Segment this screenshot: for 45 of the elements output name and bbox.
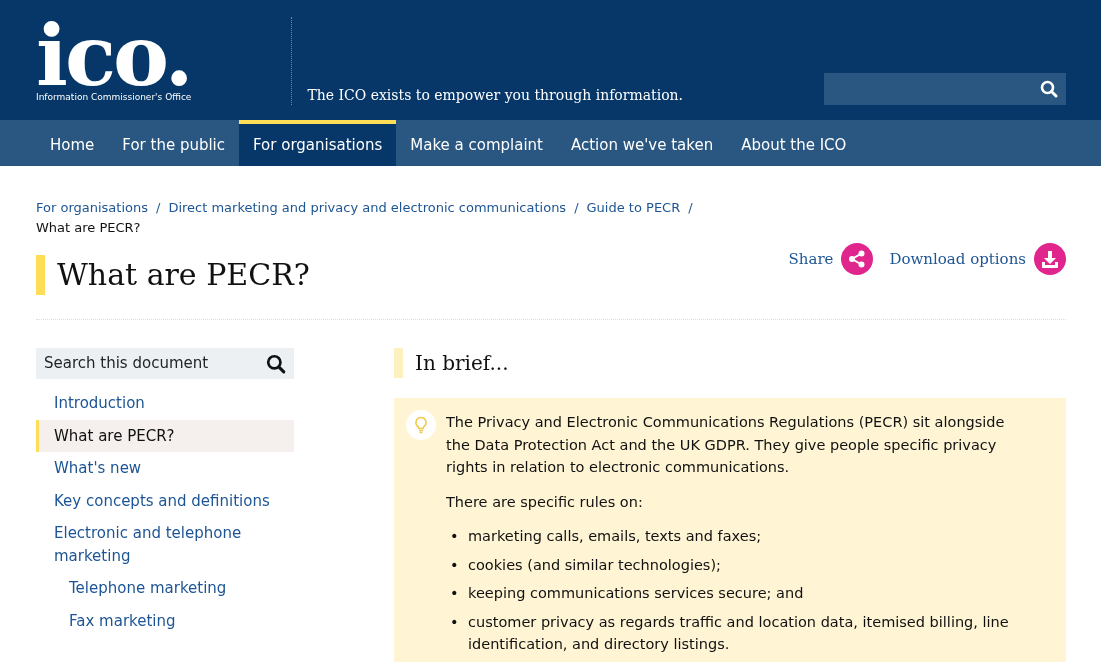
nav-tab[interactable]: About the ICO bbox=[727, 120, 861, 166]
section-title: In brief... bbox=[394, 348, 1066, 378]
share-link[interactable]: Share bbox=[788, 247, 834, 271]
search-placeholder: Search this document bbox=[44, 353, 209, 375]
sidebar-item[interactable]: Key concepts and definitions bbox=[36, 484, 294, 517]
breadcrumb-link[interactable]: Direct marketing and privacy and electronic communications bbox=[168, 198, 567, 218]
bullet-item: customer privacy as regards traffic and location data, itemised billing, line identification, and directory listings. bbox=[468, 612, 1010, 654]
brief-paragraph: The Privacy and Electronic Communications Regulations (PECR) sit alongside the Data Protection Act and the UK GDPR. They give people specific privacy rights in relation to electronic communications. bbox=[446, 413, 1006, 477]
breadcrumb-link[interactable]: For organisations bbox=[36, 198, 148, 218]
download-icon[interactable] bbox=[1034, 243, 1066, 275]
bullet-item: marketing calls, emails, texts and faxes; bbox=[468, 527, 762, 546]
tagline: The ICO exists to empower you through information. bbox=[307, 86, 684, 105]
search-field[interactable] bbox=[824, 73, 1066, 105]
bullet-item: keeping communications services secure; and bbox=[468, 584, 804, 603]
page-title: What are PECR? bbox=[36, 255, 310, 295]
logo-subtitle: Information Commissioner's Office bbox=[36, 90, 192, 104]
bullet-marker: • bbox=[449, 612, 460, 632]
sidebar-item[interactable]: What are PECR? bbox=[36, 419, 294, 452]
sidebar-item[interactable]: Introduction bbox=[36, 387, 294, 420]
sidebar-item[interactable]: What's new bbox=[36, 452, 294, 485]
breadcrumb-current: What are PECR? bbox=[36, 218, 142, 237]
nav-tab[interactable]: For the public bbox=[108, 120, 240, 166]
nav-tab[interactable]: For organisations bbox=[239, 120, 397, 166]
nav-tab[interactable]: Action we've taken bbox=[557, 120, 728, 166]
sidebar-item[interactable]: Telephone marketing bbox=[36, 572, 294, 605]
sidebar-item[interactable]: Fax marketing bbox=[36, 604, 294, 637]
nav-tab[interactable]: Make a complaint bbox=[396, 120, 557, 166]
breadcrumb-separator: / bbox=[688, 199, 693, 217]
logo[interactable]: ico. bbox=[36, 20, 192, 91]
search-icon[interactable] bbox=[1040, 80, 1058, 98]
sidebar-item[interactable]: Electronic and telephone marketing bbox=[36, 517, 294, 572]
bullet-item: cookies (and similar technologies); bbox=[468, 555, 721, 575]
breadcrumb-separator: / bbox=[156, 199, 161, 217]
nav-tab[interactable]: Home bbox=[36, 120, 109, 166]
bullet-marker: • bbox=[449, 527, 460, 546]
document-search-field[interactable]: Search this document bbox=[36, 348, 294, 379]
share-icon[interactable] bbox=[841, 243, 874, 275]
search-icon[interactable] bbox=[266, 353, 286, 374]
lightbulb-icon bbox=[406, 410, 436, 440]
breadcrumb-separator: / bbox=[574, 199, 579, 217]
breadcrumb-link[interactable]: Guide to PECR bbox=[586, 198, 681, 218]
bullet-marker: • bbox=[449, 584, 460, 603]
download-link[interactable]: Download options bbox=[889, 247, 1026, 271]
bullet-marker: • bbox=[449, 555, 460, 575]
brief-paragraph: There are specific rules on: bbox=[446, 492, 644, 512]
